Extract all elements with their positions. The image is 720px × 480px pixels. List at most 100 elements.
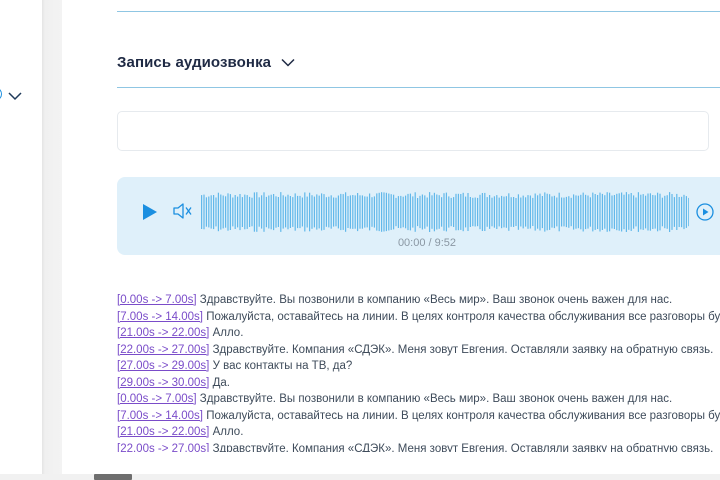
waveform-bar xyxy=(424,195,426,229)
waveform-bar xyxy=(297,195,299,229)
volume-icon xyxy=(173,203,192,219)
waveform-bar xyxy=(253,192,255,232)
waveform-bar xyxy=(657,192,659,232)
waveform-bar xyxy=(479,194,481,230)
waveform-bar xyxy=(376,193,378,231)
waveform-bar xyxy=(676,193,678,230)
waveform-bar xyxy=(630,193,632,231)
transcript-text: Алло. xyxy=(209,426,244,438)
waveform-bar xyxy=(467,193,469,231)
waveform-bar xyxy=(412,196,414,228)
volume-button[interactable] xyxy=(172,201,194,226)
waveform-bar xyxy=(453,197,455,227)
timestamp-link[interactable]: [21.00s -> 22.00s] xyxy=(117,327,209,339)
waveform-bar xyxy=(601,193,603,230)
waveform-bar xyxy=(280,192,282,232)
waveform-bar xyxy=(681,196,683,228)
section-title: Запись аудиозвонка xyxy=(117,54,272,71)
waveform-bar xyxy=(244,194,246,230)
transcript-text: Пожалуйста, оставайтесь на линии. В целя… xyxy=(206,310,720,323)
waveform-bar xyxy=(570,197,572,227)
waveform-bar xyxy=(333,197,335,227)
timestamp-link[interactable]: [7.00s -> 14.00s] xyxy=(117,311,203,323)
waveform-bar xyxy=(462,192,464,232)
waveform-bar xyxy=(551,196,553,228)
waveform-bar xyxy=(361,195,363,229)
main-content: Запись аудиозвонка 00:00 / 9:52 [0.00s -… xyxy=(62,0,720,480)
waveform-bar xyxy=(673,197,675,227)
waveform-bar xyxy=(539,193,541,231)
timestamp-link[interactable]: [22.00s -> 27.00s] xyxy=(117,443,209,453)
waveform-bar xyxy=(532,197,534,226)
waveform-bar xyxy=(208,196,210,228)
timestamp-link[interactable]: [27.00s -> 29.00s] xyxy=(117,360,209,372)
timestamp-link[interactable]: [29.00s -> 30.00s] xyxy=(117,377,209,389)
waveform-bar xyxy=(587,195,589,229)
audio-waveform[interactable] xyxy=(201,192,689,232)
waveform-bar xyxy=(465,196,467,228)
waveform-bar xyxy=(611,195,613,229)
section-header[interactable]: Запись аудиозвонка xyxy=(117,54,295,71)
waveform-bar xyxy=(268,195,270,229)
waveform-bar xyxy=(373,196,375,228)
transcript-line: [27.00s -> 29.00s] У вас контакты на ТВ,… xyxy=(117,358,720,375)
waveform-bar xyxy=(359,195,361,229)
waveform-bar xyxy=(275,196,277,228)
waveform-bar xyxy=(342,194,344,230)
waveform-bar xyxy=(246,195,248,229)
waveform-bar xyxy=(637,192,639,232)
waveform-bar xyxy=(337,195,339,229)
left-sidebar xyxy=(0,0,42,480)
waveform-bar xyxy=(515,198,517,226)
top-separator xyxy=(117,11,720,12)
timestamp-link[interactable]: [21.00s -> 22.00s] xyxy=(117,426,209,438)
waveform-bar xyxy=(217,192,219,232)
waveform-bar xyxy=(625,192,627,232)
horizontal-scrollbar[interactable] xyxy=(0,474,720,480)
waveform-bar xyxy=(383,192,385,232)
waveform-bar xyxy=(573,194,575,230)
waveform-bar xyxy=(227,193,229,231)
waveform-bar xyxy=(565,196,567,228)
transcript-line: [22.00s -> 27.00s] Здравствуйте. Компани… xyxy=(117,441,720,453)
waveform-bar xyxy=(563,197,565,227)
transcript-line: [0.00s -> 7.00s] Здравствуйте. Вы позвон… xyxy=(117,391,720,408)
waveform-bar xyxy=(251,197,253,227)
chevron-down-icon[interactable] xyxy=(8,88,22,106)
waveform-bar xyxy=(669,192,671,232)
waveform-bar xyxy=(654,195,656,229)
waveform-bar xyxy=(505,196,507,228)
transcript-text: Здравствуйте. Компания «СДЭК». Меня зову… xyxy=(209,343,714,356)
waveform-bar xyxy=(395,197,397,227)
waveform-bar xyxy=(225,196,227,228)
play-button[interactable] xyxy=(141,202,159,227)
waveform-bar xyxy=(306,196,308,228)
comment-field[interactable] xyxy=(117,111,709,151)
scrollbar-thumb[interactable] xyxy=(94,474,132,480)
waveform-bar xyxy=(525,197,527,227)
waveform-bar xyxy=(366,196,368,228)
timestamp-link[interactable]: [22.00s -> 27.00s] xyxy=(117,344,209,356)
waveform-bar xyxy=(520,197,522,227)
timestamp-link[interactable]: [7.00s -> 14.00s] xyxy=(117,410,203,422)
play-icon xyxy=(143,204,157,220)
waveform-bar xyxy=(378,192,380,232)
waveform-bar xyxy=(609,192,611,232)
waveform-bar xyxy=(289,196,291,228)
waveform-bar xyxy=(371,197,373,227)
waveform-bar xyxy=(205,197,207,227)
waveform-bar xyxy=(491,197,493,227)
waveform-bar xyxy=(592,192,594,232)
waveform-bar xyxy=(237,196,239,228)
transcript-text: Здравствуйте. Вы позвонили в компанию «В… xyxy=(196,393,673,405)
waveform-bar xyxy=(294,193,296,231)
transcript-text: У вас контакты на ТВ, да? xyxy=(209,360,353,372)
waveform-bar xyxy=(316,194,318,230)
waveform-bar xyxy=(628,194,630,230)
chevron-down-icon[interactable] xyxy=(281,58,295,67)
playback-speed-button[interactable] xyxy=(695,202,715,227)
timestamp-link[interactable]: [0.00s -> 7.00s] xyxy=(117,294,197,306)
timestamp-link[interactable]: [0.00s -> 7.00s] xyxy=(117,393,197,405)
transcript-line: [21.00s -> 22.00s] Алло. xyxy=(117,424,720,441)
waveform-bar xyxy=(203,194,205,230)
